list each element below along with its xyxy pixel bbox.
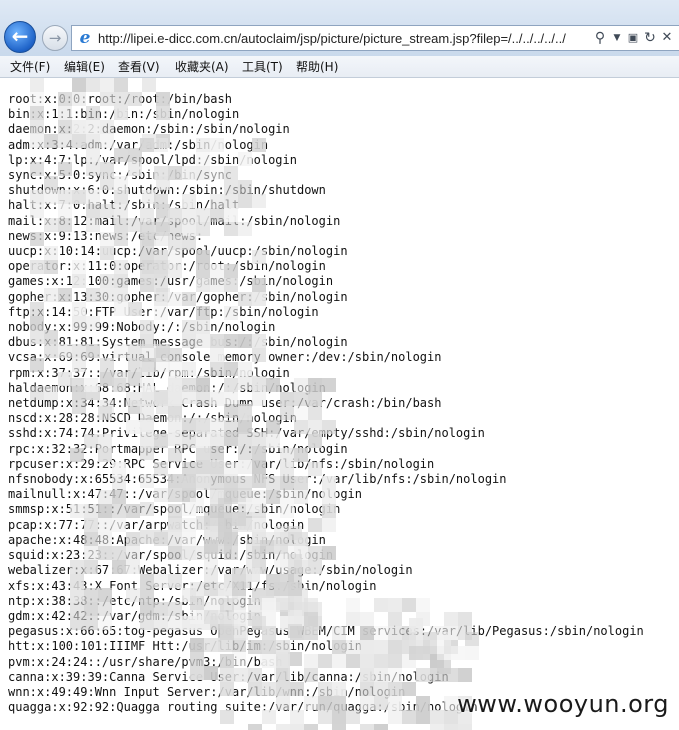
file-line: news:x:9:13:news:/etc/news:	[8, 228, 204, 243]
mosaic-block	[444, 724, 458, 730]
file-line: lp:x:4:7:lp:/var/spool/lpd:/sbin/nologin	[8, 152, 297, 167]
file-line: nfsnobody:x:65534:65534:Anonymous NFS Us…	[8, 472, 507, 487]
file-line: operator:x:11:0:operator:/root:/sbin/nol…	[8, 259, 326, 274]
file-line: sshd:x:74:74:Privilege-separated SSH:/va…	[8, 426, 485, 441]
mosaic-block	[248, 724, 262, 730]
file-line: webalizer:x:67:67:Webalizer:/var/www/usa…	[8, 563, 413, 578]
file-line: htt:x:100:101:IIIMF Htt:/usr/lib/im:/sbi…	[8, 639, 363, 654]
menu-edit[interactable]: 编辑(E)	[64, 59, 105, 75]
file-line: rpcuser:x:29:29:RPC Service User:/var/li…	[8, 456, 435, 471]
mosaic-block	[100, 78, 114, 92]
file-line: halt:x:7:0:halt:/sbin:/sbin/halt	[8, 198, 240, 213]
menu-favorites[interactable]: 收藏夹(A)	[175, 59, 229, 75]
mosaic-block	[360, 724, 374, 730]
file-line: canna:x:39:39:Canna Service User:/var/li…	[8, 669, 449, 684]
file-line: pvm:x:24:24::/usr/share/pvm3:/bin/bash	[8, 654, 283, 669]
file-line: netdump:x:34:34:Network Crash Dump user:…	[8, 396, 442, 411]
mosaic-block	[86, 78, 100, 92]
mosaic-block	[332, 724, 346, 730]
mosaic-block	[290, 724, 304, 730]
menu-bar: 文件(F) 编辑(E) 查看(V) 收藏夹(A) 工具(T) 帮助(H)	[0, 56, 679, 78]
mosaic-block	[30, 78, 44, 92]
file-line: bin:x:1:1:bin:/bin:/sbin/nologin	[8, 107, 240, 122]
file-line: gopher:x:13:30:gopher:/var/gopher:/sbin/…	[8, 289, 348, 304]
file-line: games:x:12:100:games:/usr/games:/sbin/no…	[8, 274, 334, 289]
address-url[interactable]: http://lipei.e-dicc.com.cn/autoclaim/jsp…	[98, 30, 588, 48]
stop-icon[interactable]: ✕	[659, 29, 675, 47]
menu-view[interactable]: 查看(V)	[118, 59, 160, 75]
file-line: daemon:x:2:2:daemon:/sbin:/sbin/nologin	[8, 122, 290, 137]
file-line: nscd:x:28:28:NSCD Daemon:/:/sbin/nologin	[8, 411, 297, 426]
mosaic-block	[374, 724, 388, 730]
mosaic-block	[114, 78, 128, 92]
file-line: smmsp:x:51:51::/var/spool/mqueue:/sbin/n…	[8, 502, 341, 517]
file-line: vcsa:x:69:69:virtual console memory owne…	[8, 350, 442, 365]
back-button[interactable]: ←	[4, 21, 36, 53]
file-line: uucp:x:10:14:uucp:/var/spool/uucp:/sbin/…	[8, 244, 348, 259]
mosaic-block	[72, 78, 86, 92]
file-line: ntp:x:38:38::/etc/ntp:/sbin/nologin	[8, 593, 261, 608]
browser-toolbar: ← → e http://lipei.e-dicc.com.cn/autocla…	[0, 0, 679, 56]
menu-file[interactable]: 文件(F)	[10, 59, 50, 75]
forward-arrow-icon: →	[48, 29, 62, 47]
file-line: shutdown:x:6:0:shutdown:/sbin:/sbin/shut…	[8, 183, 326, 198]
refresh-icon[interactable]: ↻	[642, 29, 658, 47]
mosaic-block	[142, 78, 156, 92]
file-line: pcap:x:77:77::/var/arpwatch:/sbin/nologi…	[8, 517, 305, 532]
menu-tools[interactable]: 工具(T)	[242, 59, 283, 75]
file-line: pegasus:x:66:65:tog-pegasus OpenPegasus …	[8, 624, 644, 639]
file-line: mailnull:x:47:47::/var/spool/mqueue:/sbi…	[8, 487, 363, 502]
compatibility-view-icon[interactable]: ▣	[625, 29, 641, 47]
menu-help[interactable]: 帮助(H)	[296, 59, 338, 75]
file-line: ftp:x:14:50:FTP User:/var/ftp:/sbin/nolo…	[8, 304, 319, 319]
file-line: squid:x:23:23::/var/spool/squid:/sbin/no…	[8, 548, 334, 563]
file-line: adm:x:3:4:adm:/var/adm:/sbin/nologin	[8, 137, 269, 152]
mosaic-block	[276, 724, 290, 730]
file-line: rpm:x:37:37::/var/lib/rpm:/sbin/nologin	[8, 365, 290, 380]
ie-logo-icon: e	[79, 28, 91, 48]
mosaic-block	[458, 724, 472, 730]
file-line: root:x:0:0:root:/root:/bin/bash	[8, 92, 232, 106]
file-line: sync:x:5:0:sync:/sbin:/bin/sync	[8, 168, 232, 183]
file-line: nobody:x:99:99:Nobody:/:/sbin/nologin	[8, 320, 276, 335]
watermark-text: www.wooyun.org	[457, 690, 669, 718]
back-arrow-icon: ←	[11, 24, 29, 48]
passwd-file-text: root:x:0:0:root:/root:/bin/bash bin:x:1:1…	[8, 92, 668, 715]
file-line: gdm:x:42:42::/var/gdm:/sbin/nologin	[8, 608, 261, 623]
file-line: dbus:x:81:81:System message bus:/:/sbin/…	[8, 335, 348, 350]
mosaic-block	[430, 724, 444, 730]
page-content: root:x:0:0:root:/root:/bin/bash bin:x:1:1…	[0, 78, 679, 730]
file-line: apache:x:48:48:Apache:/var/www:/sbin/nol…	[8, 532, 326, 547]
chevron-down-icon[interactable]: ▼	[609, 29, 625, 47]
file-line: rpc:x:32:32:Portmapper RPC user:/:/sbin/…	[8, 441, 348, 456]
search-icon[interactable]: ⚲	[592, 29, 608, 47]
file-line: mail:x:8:12:mail:/var/spool/mail:/sbin/n…	[8, 213, 341, 228]
mosaic-block	[304, 724, 318, 730]
forward-button[interactable]: →	[42, 25, 68, 51]
file-line: haldaemon:x:68:68:HAL daemon:/:/sbin/nol…	[8, 380, 326, 395]
file-line: xfs:x:43:43:X Font Server:/etc/X11/fs:/s…	[8, 578, 377, 593]
address-bar[interactable]: e http://lipei.e-dicc.com.cn/autoclaim/j…	[71, 25, 679, 51]
